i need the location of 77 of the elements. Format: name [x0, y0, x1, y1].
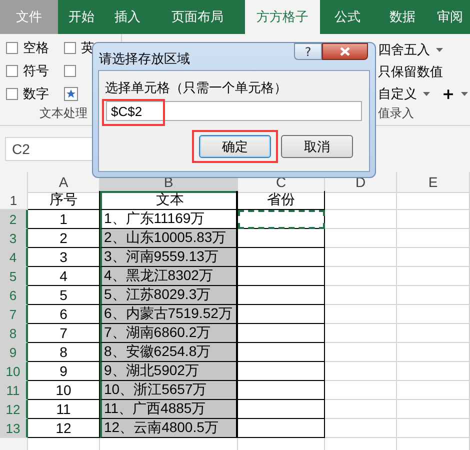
table-cell: 6、内蒙古7519.52万 — [100, 305, 238, 324]
table-cell — [325, 400, 397, 419]
table-cell: 1 — [28, 210, 100, 229]
ribbon-tab[interactable]: 开始 — [58, 0, 105, 34]
table-cell — [325, 210, 397, 229]
table-cell: 文本 — [100, 191, 238, 210]
row-header[interactable]: 13 — [0, 419, 28, 438]
table-cell — [325, 362, 397, 381]
star-icon[interactable] — [64, 87, 78, 101]
table-cell: 8、安徽6254.8万 — [100, 343, 238, 362]
option-label: 空格 — [23, 40, 49, 57]
ribbon-tab[interactable]: 插入 — [105, 0, 150, 34]
dialog-button[interactable]: 确定 — [199, 135, 271, 158]
ribbon-tab[interactable]: 公式 — [320, 0, 375, 34]
table-cell: 2、山东10005.83万 — [100, 229, 238, 248]
table-cell: 省份 — [238, 191, 325, 210]
row-header[interactable]: 3 — [0, 229, 28, 248]
table-cell — [325, 305, 397, 324]
row-header[interactable]: 11 — [0, 381, 28, 400]
ribbon-tab[interactable]: 审阅 — [430, 0, 470, 34]
row-header[interactable]: 12 — [0, 400, 28, 419]
row-header[interactable]: 10 — [0, 362, 28, 381]
table-cell — [325, 343, 397, 362]
checkbox[interactable] — [6, 42, 18, 54]
table-cell — [325, 229, 397, 248]
table-cell: 11、广西4885万 — [100, 400, 238, 419]
group-label: 值录入 — [378, 105, 415, 122]
row-header[interactable]: 1 — [0, 191, 28, 210]
table-cell: 序号 — [28, 191, 100, 210]
ribbon-tab[interactable]: 方方格子 — [245, 0, 320, 34]
table-cell: 12、云南4800.5万 — [100, 419, 238, 438]
table-cell — [325, 191, 397, 210]
menu-button[interactable]: 自定义 — [378, 85, 417, 103]
row-header[interactable]: 6 — [0, 286, 28, 305]
row-header[interactable]: 5 — [0, 267, 28, 286]
name-box[interactable]: C2 — [5, 137, 93, 161]
caret-icon[interactable] — [436, 48, 443, 52]
option-label: 符号 — [23, 63, 49, 80]
caret-icon[interactable] — [460, 92, 468, 96]
dialog-title: 请选择存放区域 — [99, 51, 190, 68]
help-button[interactable]: ? — [294, 43, 322, 60]
table-cell — [325, 267, 397, 286]
caret-icon[interactable] — [423, 92, 430, 96]
table-cell — [325, 324, 397, 343]
table-cell: 10、浙江5657万 — [100, 381, 238, 400]
table-cell — [325, 286, 397, 305]
menu-button[interactable]: 四舍五入 — [378, 41, 430, 59]
ribbon-tab[interactable]: 页面布局 — [150, 0, 245, 34]
input-field[interactable]: $C$2 — [106, 101, 362, 121]
row-header[interactable]: 7 — [0, 305, 28, 324]
field-label: 选择单元格（只需一个单元格） — [105, 80, 287, 97]
checkbox[interactable] — [64, 42, 76, 54]
checkbox[interactable] — [6, 65, 18, 77]
table-cell: 9、湖北5902万 — [100, 362, 238, 381]
column-header[interactable]: A — [28, 172, 100, 193]
add-button[interactable]: + — [442, 85, 455, 103]
checkbox[interactable] — [6, 88, 18, 100]
table-cell: 4、黑龙江8302万 — [100, 267, 238, 286]
checkbox[interactable] — [64, 65, 76, 77]
row-header[interactable]: 9 — [0, 343, 28, 362]
table-cell — [325, 419, 397, 438]
row-header[interactable]: 2 — [0, 210, 28, 229]
table-cell: 5、江苏8029.3万 — [100, 286, 238, 305]
table-cell: 3、河南9559.13万 — [100, 248, 238, 267]
table-cell — [325, 248, 397, 267]
dialog-button[interactable]: 取消 — [281, 135, 353, 158]
table-cell — [325, 381, 397, 400]
ribbon-tab[interactable]: 数据 — [375, 0, 430, 34]
option-label: 英 — [81, 40, 94, 57]
table-cell: 7、湖南6860.2万 — [100, 324, 238, 343]
close-button[interactable] — [322, 43, 368, 60]
close-icon[interactable] — [340, 47, 350, 56]
menu-button[interactable]: 只保留数值 — [378, 63, 443, 81]
row-header[interactable]: 4 — [0, 248, 28, 267]
option-label: 数字 — [23, 86, 49, 103]
row-header[interactable]: 8 — [0, 324, 28, 343]
column-header[interactable]: E — [397, 172, 470, 193]
